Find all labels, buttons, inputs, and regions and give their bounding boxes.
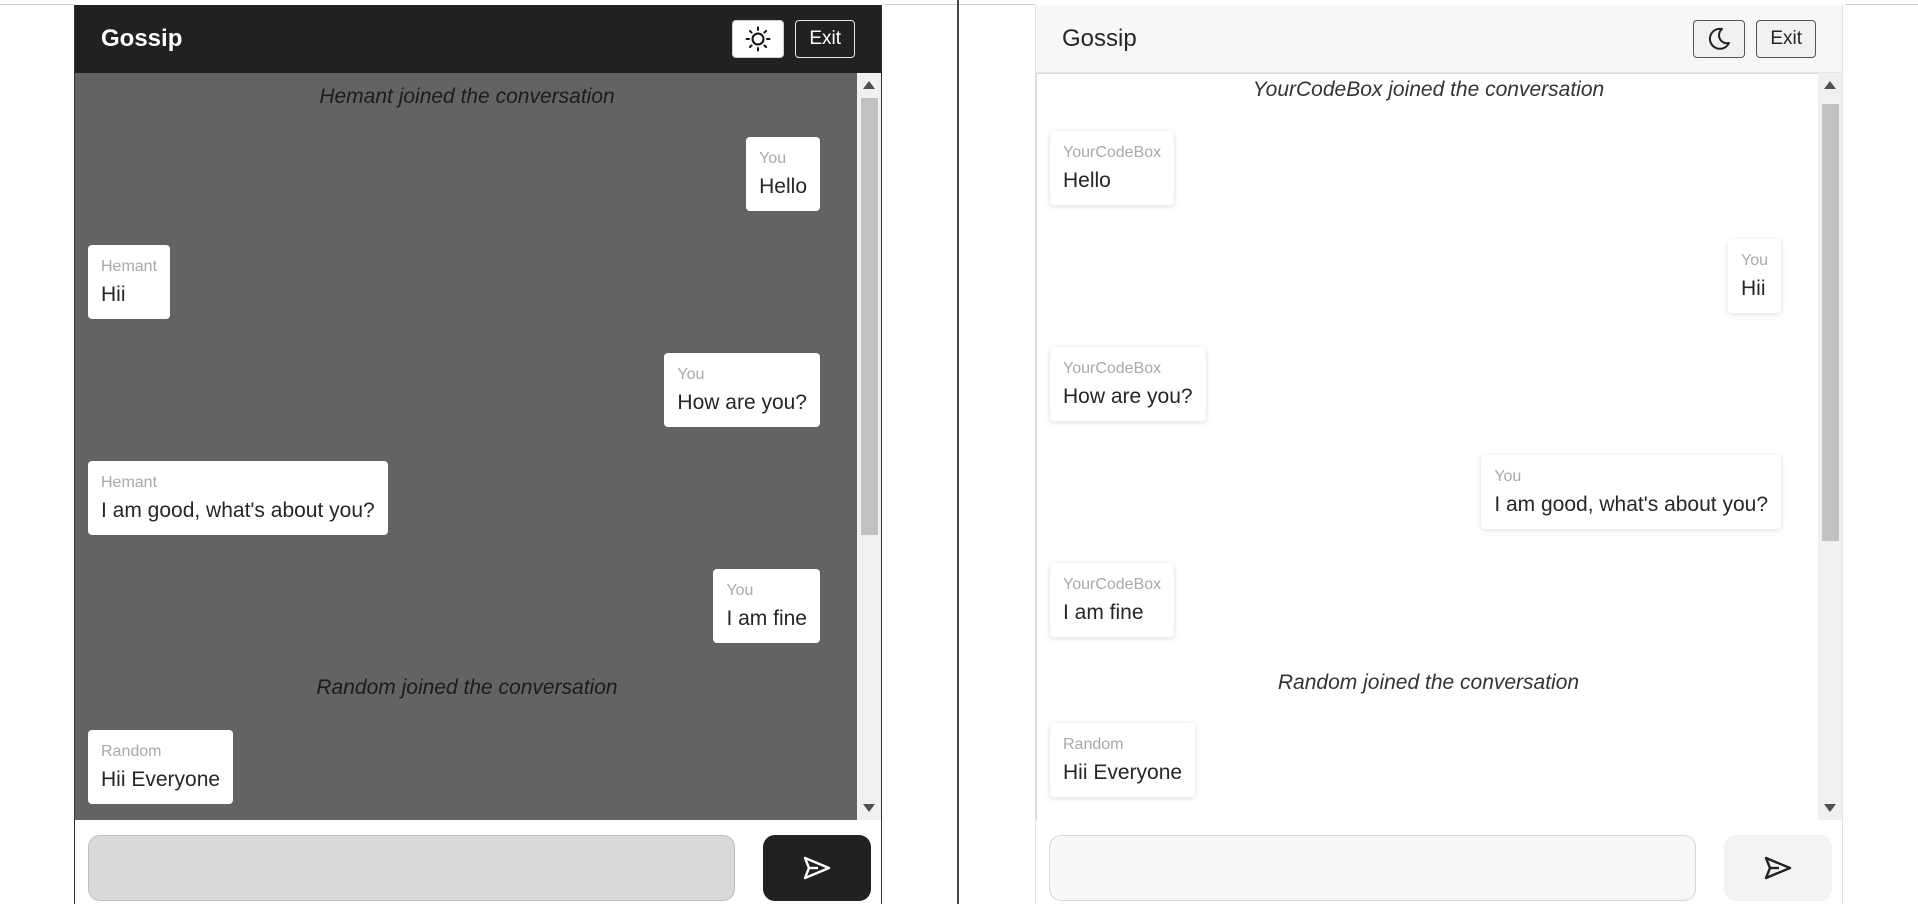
join-notice: Hemant joined the conversation [319, 85, 615, 108]
moon-icon [1709, 27, 1731, 50]
top-divider [884, 4, 957, 5]
scroll-up-arrow-icon[interactable] [1824, 81, 1836, 89]
top-divider [0, 4, 74, 5]
scroll-up-arrow-icon[interactable] [863, 81, 875, 89]
exit-button[interactable]: Exit [1756, 19, 1816, 58]
message-bubble: Random Hii Everyone [1050, 723, 1196, 797]
message-sender: Hemant [101, 258, 158, 275]
message-sender: You [759, 150, 787, 167]
join-notice: YourCodeBox joined the conversation [1252, 78, 1605, 101]
message-input[interactable] [88, 835, 735, 901]
message-text: Hello [759, 175, 807, 198]
message-sender: Random [1063, 736, 1124, 753]
exit-button[interactable]: Exit [795, 20, 855, 58]
scroll-thumb[interactable] [861, 98, 878, 535]
message-bubble: You Hii [1728, 239, 1781, 313]
message-bubble: YourCodeBox Hello [1050, 131, 1175, 205]
message-composer [75, 820, 881, 904]
send-icon [1764, 856, 1792, 880]
message-sender: Random [101, 743, 162, 760]
message-sender: Hemant [101, 474, 158, 491]
theme-toggle-button[interactable] [1693, 19, 1746, 58]
chat-app-dark: Gossip Exit Hemant joined the conversati… [74, 5, 882, 904]
app-title: Gossip [101, 25, 183, 52]
send-button[interactable] [1724, 835, 1832, 901]
message-text: I am good, what's about you? [101, 499, 375, 522]
join-notice: Random joined the conversation [1277, 671, 1580, 694]
message-bubble: Hemant Hii [88, 245, 171, 319]
scroll-down-arrow-icon[interactable] [863, 804, 875, 812]
send-button[interactable] [763, 835, 871, 901]
message-bubble: Hemant I am good, what's about you? [88, 461, 388, 535]
message-text: I am good, what's about you? [1494, 493, 1768, 516]
message-text: I am fine [1063, 601, 1144, 624]
message-sender: YourCodeBox [1063, 360, 1162, 377]
theme-toggle-button[interactable] [732, 20, 785, 58]
join-notice: Random joined the conversation [316, 676, 618, 699]
message-bubble: You Hello [746, 137, 820, 211]
message-text: How are you? [1063, 385, 1193, 408]
scroll-thumb[interactable] [1822, 104, 1839, 541]
message-input[interactable] [1049, 835, 1696, 901]
sun-icon [745, 26, 771, 52]
message-scrollbar[interactable] [1818, 73, 1842, 820]
message-bubble: YourCodeBox I am fine [1050, 563, 1175, 637]
scroll-down-arrow-icon[interactable] [1824, 804, 1836, 812]
message-bubble: You How are you? [664, 353, 820, 427]
screen: Gossip Exit Hemant joined the conversati… [0, 0, 1918, 904]
message-text: Hii [101, 283, 126, 306]
message-text: Hii [1741, 277, 1766, 300]
message-sender: YourCodeBox [1063, 144, 1162, 161]
message-composer [1036, 820, 1842, 904]
chat-app-light: Gossip Exit YourCodeBox joined the conve… [1035, 5, 1843, 904]
message-sender: You [677, 366, 705, 383]
message-sender: You [1741, 252, 1768, 269]
message-sender: You [726, 582, 754, 599]
message-scrollbar[interactable] [857, 73, 881, 820]
top-divider [1845, 4, 1918, 5]
app-title: Gossip [1062, 24, 1137, 52]
message-list: YourCodeBox joined the conversation Your… [1036, 73, 1820, 820]
message-bubble: YourCodeBox How are you? [1050, 347, 1206, 421]
message-text: Hii Everyone [1063, 761, 1183, 784]
top-divider [959, 4, 1035, 5]
pane-divider [957, 0, 959, 904]
message-sender: You [1494, 468, 1522, 485]
message-bubble: You I am fine [713, 569, 820, 643]
app-header: Gossip Exit [1036, 5, 1842, 73]
message-sender: YourCodeBox [1063, 576, 1162, 593]
message-list: Hemant joined the conversation You Hello… [75, 73, 859, 820]
send-icon [803, 856, 831, 880]
message-bubble: Random Hii Everyone [88, 730, 234, 804]
message-bubble: You I am good, what's about you? [1481, 455, 1781, 529]
message-text: Hii Everyone [101, 768, 221, 791]
message-text: I am fine [726, 607, 807, 630]
message-text: How are you? [677, 391, 807, 414]
app-header: Gossip Exit [75, 5, 881, 73]
message-text: Hello [1063, 169, 1111, 192]
